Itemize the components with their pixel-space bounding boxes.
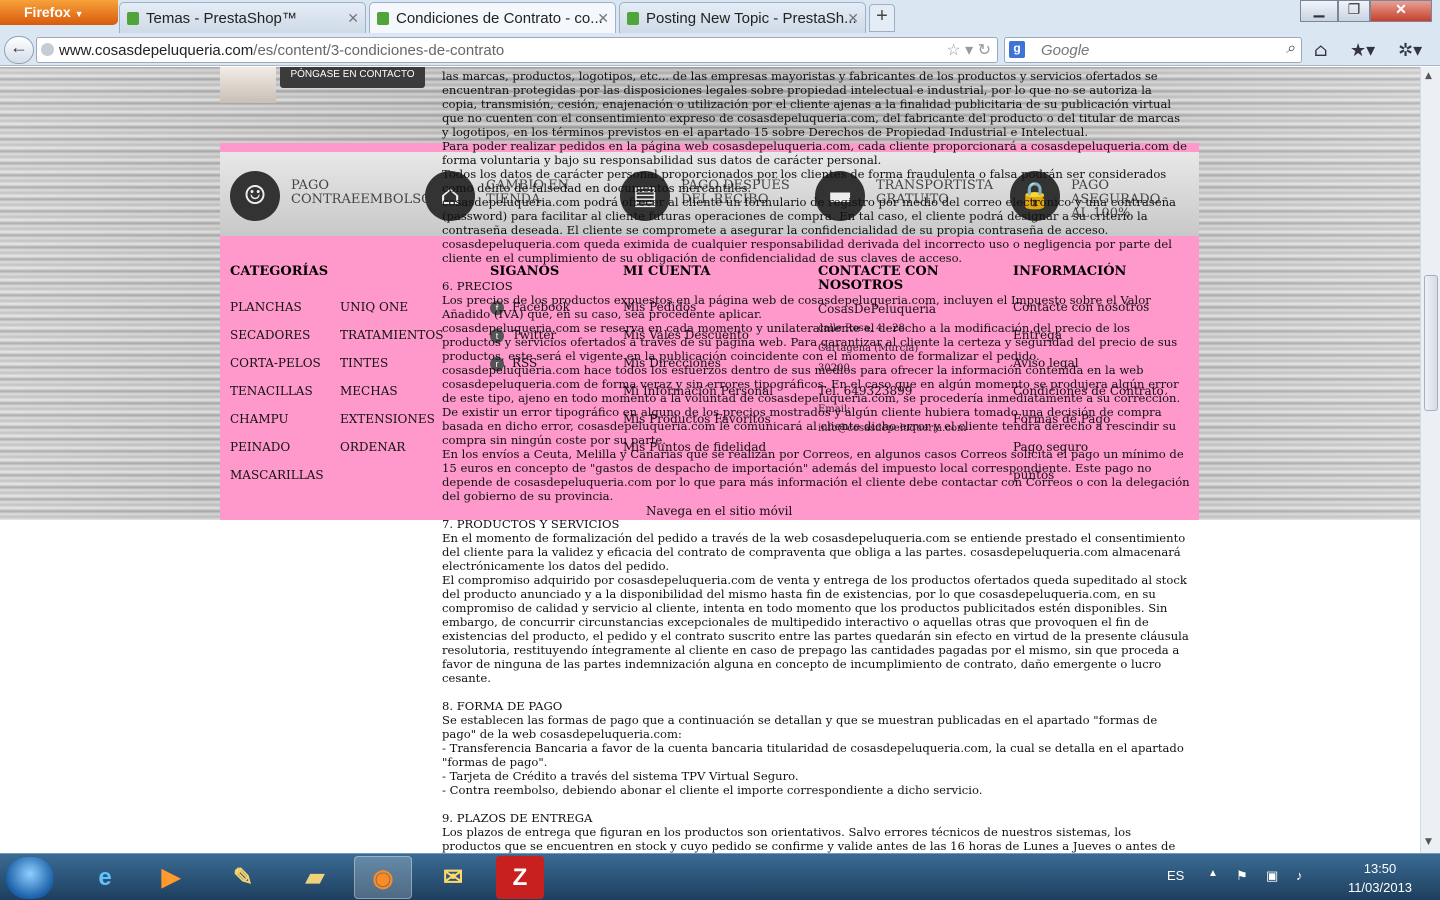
flag-icon[interactable]: ⚑	[1236, 868, 1248, 884]
language-indicator[interactable]: ES	[1167, 868, 1184, 883]
article-paragraph: Los plazos de entrega que figuran en los…	[442, 825, 1176, 853]
media-player-icon[interactable]: ▶	[142, 856, 200, 899]
new-tab-button[interactable]: +	[869, 4, 895, 32]
category-link[interactable]: CHAMPU	[230, 412, 289, 426]
addon-icon[interactable]: ✲▾	[1398, 40, 1422, 61]
article-paragraph: cosasdepeluqueria.com se reserva en cada…	[442, 321, 1178, 363]
back-arrow-icon[interactable]: ←	[4, 36, 34, 64]
article-paragraph: cosasdepeluqueria.com hace todos los esf…	[442, 363, 1181, 447]
firefox-menu-label: Firefox	[24, 4, 71, 20]
category-link[interactable]: UNIQ ONE	[340, 300, 408, 314]
url-path: /es/content/3-condiciones-de-contrato	[253, 42, 505, 59]
category-link[interactable]: MECHAS	[340, 384, 398, 398]
close-tab-icon[interactable]: ✕	[347, 10, 359, 27]
category-link[interactable]: PEINADO	[230, 440, 290, 454]
clock[interactable]: 13:50 11/03/2013	[1330, 859, 1430, 897]
close-tab-icon[interactable]: ✕	[847, 10, 859, 27]
browser-chrome: Firefox ▼ Temas - PrestaShop™ ✕ Condicio…	[0, 0, 1440, 66]
tab-label: Posting New Topic - PrestaSh...	[646, 10, 857, 27]
google-icon: g	[1009, 41, 1025, 58]
category-link[interactable]: PLANCHAS	[230, 300, 302, 314]
navigation-bar: ← www.cosasdepeluqueria.com/es/content/3…	[0, 34, 1440, 66]
bookmark-star-icon[interactable]: ☆ ▾ ↻	[946, 40, 991, 60]
vertical-scrollbar[interactable]: ▲ ▼	[1420, 67, 1440, 853]
article-paragraph: En los envíos a Ceuta, Melilla y Canaria…	[442, 447, 1190, 503]
tab-condiciones[interactable]: Condiciones de Contrato - co... ✕	[369, 2, 616, 33]
minimize-button[interactable]: ▁	[1300, 0, 1338, 22]
url-domain: www.cosasdepeluqueria.com	[59, 42, 254, 59]
article-paragraph: - Transferencia Bancaria a favor de la c…	[442, 741, 1184, 769]
article-paragraph: Todos los datos de carácter personal pro…	[442, 167, 1167, 195]
favicon-icon	[127, 12, 139, 25]
section-heading: 9. PLAZOS DE ENTREGA	[442, 811, 593, 825]
favicon-icon	[377, 12, 389, 25]
article-paragraph: Se establecen las formas de pago que a c…	[442, 713, 1158, 741]
contact-avatar-image	[220, 67, 276, 103]
tab-posting-new-topic[interactable]: Posting New Topic - PrestaSh... ✕	[619, 2, 866, 33]
article-paragraph: - Tarjeta de Crédito a través del sistem…	[442, 769, 799, 783]
category-link[interactable]: TENACILLAS	[230, 384, 313, 398]
smiley-icon: ☺	[230, 171, 280, 221]
category-link[interactable]: CORTA-PELOS	[230, 356, 321, 370]
article-paragraph: - Contra reembolso, debiendo abonar el c…	[442, 783, 983, 797]
article-body: las marcas, productos, logotipos, etc...…	[442, 69, 1190, 853]
article-paragraph: Para poder realizar pedidos en la página…	[442, 139, 1187, 167]
start-button[interactable]	[6, 857, 54, 899]
close-tab-icon[interactable]: ✕	[597, 10, 609, 27]
bookmarks-icon[interactable]: ★▾	[1350, 40, 1375, 61]
category-link[interactable]: MASCARILLAS	[230, 468, 324, 482]
article-paragraph: las marcas, productos, logotipos, etc...…	[442, 69, 1181, 139]
article-paragraph: En el momento de formalización del pedid…	[442, 531, 1186, 573]
tab-bar: Firefox ▼ Temas - PrestaShop™ ✕ Condicio…	[0, 0, 1440, 34]
explorer-folder-icon[interactable]: ▰	[286, 856, 344, 899]
section-heading: 6. PRECIOS	[442, 279, 513, 293]
close-window-button[interactable]: ✕	[1370, 0, 1432, 22]
clock-date: 11/03/2013	[1347, 880, 1413, 895]
footer-categorias-title: CATEGORÍAS	[230, 264, 329, 279]
maximize-button[interactable]: ❐	[1338, 0, 1370, 22]
section-heading: 8. FORMA DE PAGO	[442, 699, 563, 713]
home-icon[interactable]: ⌂	[1314, 40, 1328, 61]
globe-icon	[41, 43, 54, 56]
category-link[interactable]: ORDENAR	[340, 440, 405, 454]
search-icon[interactable]: ⌕	[1286, 40, 1295, 58]
search-box[interactable]: g Google ⌕	[1004, 37, 1302, 63]
mail-icon[interactable]: ✉	[424, 856, 482, 899]
clock-time: 13:50	[1363, 861, 1397, 876]
internet-explorer-icon[interactable]: e	[76, 856, 134, 899]
page-viewport: PÓNGASE EN CONTACTO ☺ PAGO CONTRAEEMBOLS…	[0, 67, 1420, 853]
scroll-up-icon[interactable]: ▲	[1425, 71, 1432, 81]
feature-label: PAGO CONTRAEEMBOLSO	[291, 178, 432, 207]
paint-icon[interactable]: ✎	[214, 856, 272, 899]
favicon-icon	[627, 12, 639, 25]
tab-temas-prestashop[interactable]: Temas - PrestaShop™ ✕	[119, 2, 366, 33]
volume-icon[interactable]: ♪	[1296, 868, 1303, 883]
network-icon[interactable]: ▣	[1266, 868, 1278, 884]
firefox-menu-button[interactable]: Firefox ▼	[0, 0, 118, 25]
filezilla-icon[interactable]: Z	[496, 856, 544, 899]
section-heading: 7. PRODUCTOS Y SERVICIOS	[442, 517, 620, 531]
article-paragraph: cosasdepeluqueria.com podrá ofrecer al c…	[442, 195, 1176, 265]
windows-taskbar: e ▶ ✎ ▰ ◉ ✉ Z ES ▲ ⚑ ▣ ♪ 13:50 11/03/201…	[0, 853, 1440, 900]
category-link[interactable]: TRATAMIENTOS	[340, 328, 443, 342]
article-paragraph: El compromiso adquirido por cosasdepeluq…	[442, 573, 1189, 685]
article-paragraph: Los precios de los productos expuestos e…	[442, 293, 1151, 321]
contact-button[interactable]: PÓNGASE EN CONTACTO	[280, 67, 425, 88]
url-bar[interactable]: www.cosasdepeluqueria.com/es/content/3-c…	[36, 37, 998, 63]
tray-expand-icon[interactable]: ▲	[1208, 868, 1218, 879]
category-link[interactable]: SECADORES	[230, 328, 310, 342]
tab-label: Condiciones de Contrato - co...	[396, 10, 603, 27]
search-placeholder: Google	[1041, 42, 1090, 59]
scroll-down-icon[interactable]: ▼	[1425, 837, 1432, 847]
category-link[interactable]: EXTENSIONES	[340, 412, 435, 426]
tab-label: Temas - PrestaShop™	[146, 10, 297, 27]
scroll-thumb[interactable]	[1424, 275, 1438, 411]
firefox-icon[interactable]: ◉	[354, 856, 412, 899]
category-link[interactable]: TINTES	[340, 356, 388, 370]
